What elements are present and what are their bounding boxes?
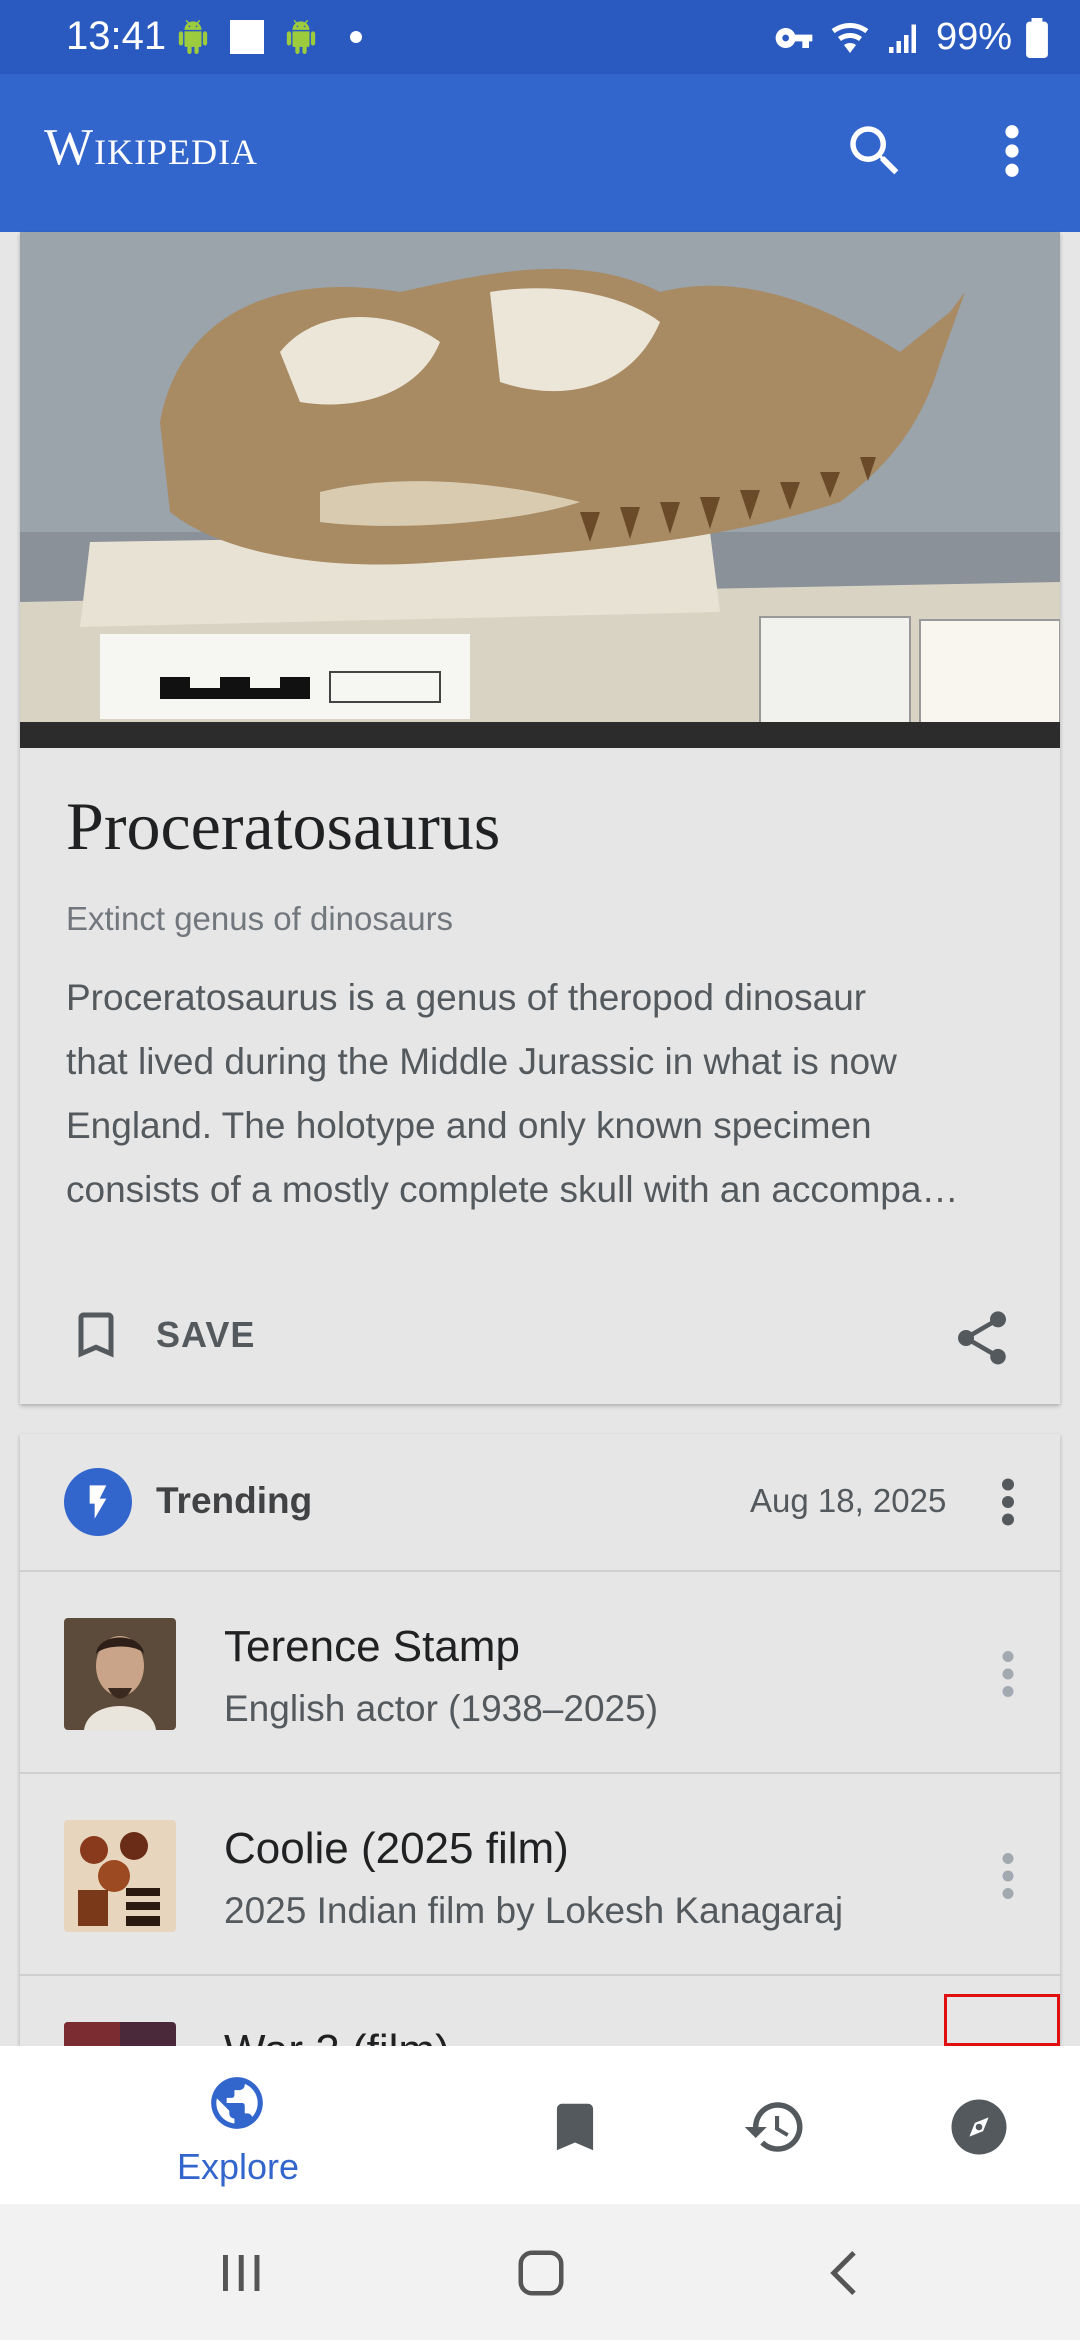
more-vert-icon[interactable] [990, 118, 1034, 184]
trending-item-title: Coolie (2025 film) [224, 1824, 569, 1873]
highlight-box [944, 1994, 1060, 2046]
bottom-navigation: Explore [0, 2046, 1080, 2204]
status-bar: 13:41 99% [0, 0, 1080, 74]
vpn-key-icon [775, 27, 813, 48]
nav-label-explore: Explore [176, 2146, 300, 2187]
trending-item-description: 2025 Indian film by Lokesh Kanagaraj [224, 1890, 844, 1931]
notification-icons [176, 20, 362, 54]
featured-image[interactable] [20, 232, 1060, 748]
trending-date: Aug 18, 2025 [750, 1482, 947, 1519]
back-icon[interactable] [818, 2246, 872, 2300]
app-bar: Wikipedia [0, 74, 1080, 232]
trending-list-item[interactable]: Terence Stamp English actor (1938–2025) [20, 1570, 1060, 1774]
bookmark-icon [556, 2103, 594, 2151]
nav-item-history[interactable] [730, 2046, 820, 2204]
lightning-icon [89, 1485, 107, 1519]
nav-item-explore[interactable]: Explore [118, 2046, 358, 2204]
recents-icon[interactable] [214, 2246, 268, 2300]
compass-icon [951, 2099, 1007, 2155]
globe-icon [211, 2077, 263, 2129]
article-title[interactable]: Proceratosaurus [66, 787, 500, 866]
system-icons: 99% [774, 16, 1048, 59]
trending-list-item[interactable]: Coolie (2025 film) 2025 Indian film by L… [20, 1772, 1060, 1976]
save-button[interactable]: SAVE [66, 1300, 255, 1370]
history-icon [744, 2102, 803, 2152]
more-vert-icon[interactable] [988, 1846, 1028, 1906]
trending-header: Trending Aug 18, 2025 [20, 1434, 1060, 1572]
search-icon[interactable] [842, 118, 908, 184]
signal-icon [888, 24, 916, 53]
trending-item-title: Terence Stamp [224, 1622, 520, 1671]
save-label: SAVE [156, 1314, 256, 1355]
battery-icon [1026, 17, 1048, 58]
home-icon[interactable] [514, 2246, 568, 2300]
nav-item-places[interactable] [934, 2046, 1024, 2204]
android-icon [286, 20, 316, 54]
battery-percent: 99% [935, 16, 1012, 58]
article-thumbnail [64, 1820, 176, 1932]
nav-item-saved[interactable] [530, 2046, 620, 2204]
dot-icon [350, 31, 362, 43]
trending-badge [64, 1468, 132, 1536]
white-square-icon [230, 20, 264, 54]
wikipedia-wordmark: Wikipedia [44, 119, 259, 176]
status-time: 13:41 [66, 14, 167, 58]
article-description: Extinct genus of dinosaurs [66, 900, 454, 937]
share-icon[interactable] [950, 1306, 1014, 1370]
android-icon [178, 20, 208, 54]
trending-title: Trending [156, 1480, 313, 1521]
trending-item-description: English actor (1938–2025) [224, 1688, 659, 1729]
system-navigation-bar [0, 2204, 1080, 2340]
more-vert-icon[interactable] [988, 1644, 1028, 1704]
more-vert-icon[interactable] [988, 1472, 1028, 1532]
bookmark-outline-icon [78, 1312, 114, 1358]
article-thumbnail [64, 1618, 176, 1730]
article-extract[interactable]: Proceratosaurus is a genus of theropod d… [66, 966, 1036, 1222]
wifi-icon [831, 22, 869, 53]
featured-article-card[interactable]: Proceratosaurus Extinct genus of dinosau… [20, 232, 1060, 1404]
trending-list-item[interactable]: War 2 (film) [20, 1974, 1060, 2054]
trending-card: Trending Aug 18, 2025 Terence Stamp Engl… [20, 1434, 1060, 2054]
